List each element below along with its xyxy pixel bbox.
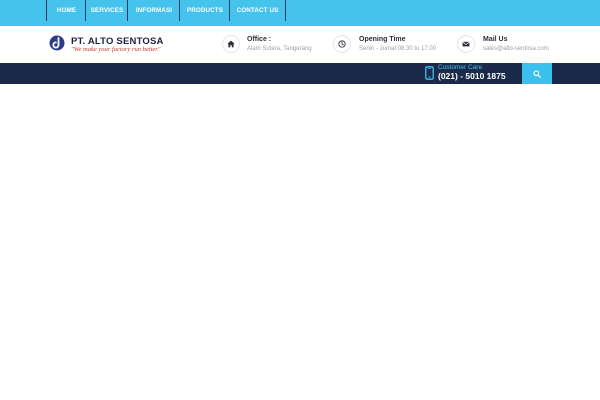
nav-informasi[interactable]: INFORMASI (127, 0, 180, 21)
mail-us-title: Mail Us (483, 36, 508, 43)
logo-tagline: "We make your factory run better" (71, 46, 161, 53)
office-address: Alam Sutera, Tangerang (247, 46, 312, 52)
nav-products[interactable]: PRODUCTS (179, 0, 230, 21)
opening-time-text: Senin - Jumat 08.30 to 17.00 (359, 46, 437, 52)
customer-care-number[interactable]: (021) - 5010 1875 (438, 71, 506, 81)
main-nav (0, 63, 600, 84)
nav-services[interactable]: SERVICES (85, 0, 128, 21)
home-icon (222, 35, 240, 53)
search-button[interactable] (522, 63, 552, 84)
office-title: Office : (247, 36, 272, 43)
nav-contact-us[interactable]: CONTACT US (229, 0, 286, 21)
header: PT. ALTO SENTOSA "We make your factory r… (0, 26, 600, 63)
mobile-phone-icon (425, 66, 434, 80)
nav-home[interactable]: HOME (46, 0, 86, 21)
opening-time-title: Opening Time (359, 36, 406, 43)
search-icon (533, 69, 541, 78)
logo-mark-icon[interactable] (49, 35, 65, 51)
mail-address[interactable]: sales@alto-sentosa.com (483, 46, 549, 52)
clock-icon (333, 35, 351, 53)
customer-care-label: Customer Care (438, 64, 483, 71)
envelope-icon (457, 35, 475, 53)
